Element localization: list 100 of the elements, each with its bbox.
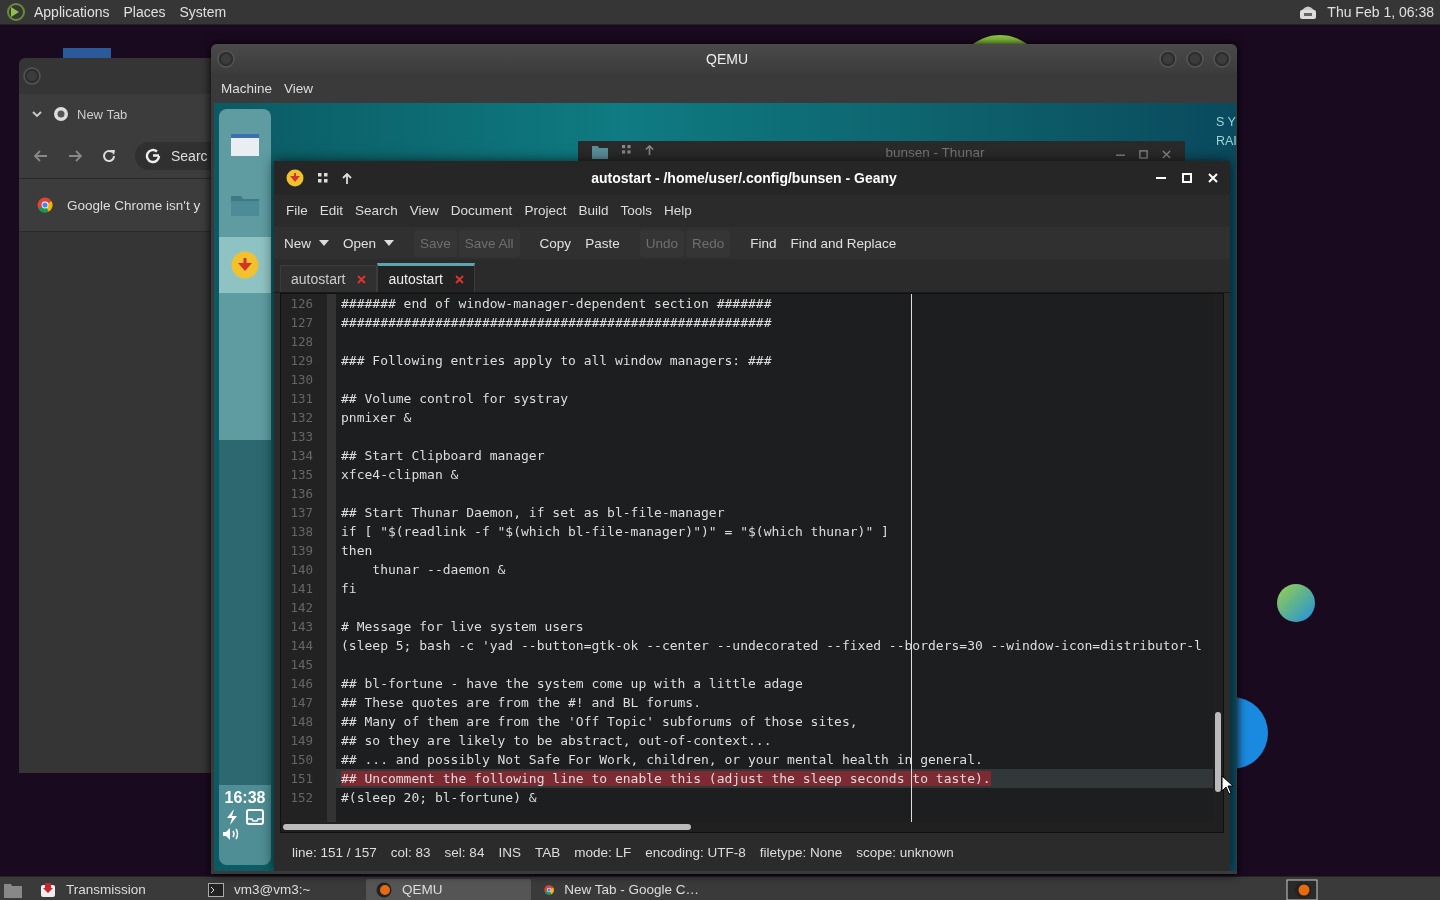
line-number: 129 bbox=[289, 352, 313, 370]
code-line: xfce4-clipman & bbox=[341, 467, 459, 482]
window-button-icon[interactable] bbox=[1159, 49, 1177, 68]
status-item: encoding: UTF-8 bbox=[645, 844, 746, 860]
taskbar-item[interactable]: Transmission bbox=[30, 878, 195, 900]
line-number: 150 bbox=[289, 751, 313, 769]
line-number: 136 bbox=[289, 485, 313, 503]
panel-menu[interactable]: Places bbox=[116, 4, 173, 20]
menu-item[interactable]: Project bbox=[518, 202, 573, 218]
terminal-icon bbox=[208, 882, 224, 897]
tab-label: autostart bbox=[291, 271, 346, 287]
code-line: ## Volume control for systray bbox=[341, 391, 568, 406]
status-item: sel: 84 bbox=[444, 844, 485, 860]
taskbar-item[interactable]: New Tab - Google C… bbox=[534, 878, 699, 900]
status-item: scope: unknown bbox=[856, 844, 954, 860]
menu-item[interactable]: Tools bbox=[614, 202, 658, 218]
menu-item[interactable]: View bbox=[403, 202, 445, 218]
dock-item[interactable] bbox=[219, 237, 271, 293]
menu-item[interactable]: Machine bbox=[215, 80, 279, 96]
code-line: ## so they are likely to be abstract, out-of-context... bbox=[341, 733, 772, 748]
line-number: 149 bbox=[289, 732, 313, 750]
toolbar-button[interactable]: Find bbox=[744, 229, 783, 257]
browser-tab[interactable]: New Tab bbox=[53, 106, 128, 122]
code-line: fi bbox=[341, 581, 357, 596]
app-icon bbox=[376, 881, 392, 898]
logo-icon[interactable] bbox=[5, 2, 27, 22]
code-line: ## Start Clipboard manager bbox=[341, 448, 545, 463]
taskbar-item[interactable]: QEMU bbox=[366, 878, 531, 900]
window-button-icon[interactable] bbox=[1213, 49, 1231, 68]
caret-icon bbox=[319, 240, 329, 246]
window-icon bbox=[230, 133, 260, 157]
code-line: #(sleep 20; bl-fortune) & bbox=[341, 790, 537, 805]
circle-drawing bbox=[1277, 584, 1315, 622]
menu-item[interactable]: File bbox=[280, 202, 314, 218]
taskbar-item[interactable]: vm3@vm3:~ bbox=[198, 878, 363, 900]
caret-icon bbox=[384, 240, 395, 246]
lightning-icon[interactable] bbox=[226, 809, 238, 825]
tab-label: New Tab bbox=[77, 106, 128, 122]
toolbar-button[interactable]: Open bbox=[337, 229, 401, 257]
menu-item[interactable]: View bbox=[278, 80, 320, 96]
toolbar-button[interactable]: Copy bbox=[533, 229, 578, 257]
line-number: 140 bbox=[289, 561, 313, 579]
line-number: 128 bbox=[289, 333, 313, 351]
window-title: autostart - /home/user/.config/bunsen - Geany bbox=[590, 170, 898, 186]
scrollbar-thumb[interactable] bbox=[283, 824, 691, 830]
scrollbar-thumb[interactable] bbox=[1215, 712, 1221, 792]
status-item: TAB bbox=[534, 844, 561, 860]
window-title: bunsen - Thunar bbox=[884, 145, 986, 160]
mouse-pointer-icon bbox=[1221, 775, 1233, 795]
code-line: ## ... and possibly Not Safe For Work, children, or your mental health in general. bbox=[341, 752, 983, 767]
code-line: ## These quotes are from the #! and BL forums. bbox=[341, 695, 702, 710]
window-button-icon[interactable] bbox=[1186, 49, 1204, 68]
menu-item[interactable]: Document bbox=[444, 202, 519, 218]
code-line: # Message for live system users bbox=[341, 619, 584, 634]
menu-item[interactable]: Edit bbox=[313, 202, 350, 218]
folder-icon bbox=[592, 145, 608, 159]
line-number: 134 bbox=[289, 447, 313, 465]
search-engine-icon bbox=[145, 148, 161, 164]
menu-item[interactable]: Search bbox=[349, 202, 404, 218]
chevron-down-icon[interactable] bbox=[31, 110, 43, 118]
editor-tab[interactable]: autostart bbox=[280, 265, 378, 292]
line-number: 145 bbox=[289, 656, 313, 674]
system-monitor-text: RAI bbox=[1216, 133, 1236, 150]
line-number: 138 bbox=[289, 523, 313, 541]
browser-logo-icon bbox=[37, 197, 53, 213]
panel-menu[interactable]: Applications bbox=[27, 4, 117, 20]
code-line: ### Following entries apply to all window managers: ### bbox=[341, 353, 772, 368]
line-number: 142 bbox=[289, 599, 313, 617]
line-number: 131 bbox=[289, 390, 313, 408]
window-button-icon[interactable] bbox=[217, 49, 235, 68]
menu-item[interactable]: Help bbox=[657, 202, 698, 218]
menu-item[interactable]: Build bbox=[572, 202, 615, 218]
address-field[interactable]: Searc bbox=[135, 142, 212, 170]
line-number: 127 bbox=[289, 314, 313, 332]
app-icon[interactable] bbox=[1286, 878, 1318, 900]
reload-icon[interactable] bbox=[101, 148, 117, 164]
infobar-message: Google Chrome isn't y bbox=[67, 197, 201, 213]
code-line: ## Start Thunar Daemon, if set as bl-file-manager bbox=[341, 505, 725, 520]
grid-icon[interactable] bbox=[318, 173, 328, 183]
window-button-icon[interactable] bbox=[23, 67, 41, 85]
editor-tab[interactable]: autostart bbox=[377, 263, 475, 292]
line-number: 139 bbox=[289, 542, 313, 560]
toolbar-button[interactable]: Find and Replace bbox=[784, 229, 903, 257]
dock-clock: 16:38 bbox=[224, 789, 266, 807]
line-number: 144 bbox=[289, 637, 313, 655]
line-number: 141 bbox=[289, 580, 313, 598]
toolbar-button[interactable]: Paste bbox=[579, 229, 626, 257]
toolbar-button[interactable]: New bbox=[278, 229, 335, 257]
status-item: line: 151 / 157 bbox=[292, 844, 377, 860]
panel-menu[interactable]: System bbox=[172, 4, 234, 20]
forward-arrow-icon[interactable] bbox=[67, 149, 83, 163]
panel-clock[interactable]: Thu Feb 1, 06:38 bbox=[1319, 4, 1440, 20]
code-line: ## Many of them are from the 'Off Topic' subforums of those sites, bbox=[341, 714, 858, 729]
tray-icon[interactable] bbox=[246, 809, 264, 825]
status-item: INS bbox=[498, 844, 521, 860]
back-arrow-icon[interactable] bbox=[33, 149, 49, 163]
code-line: if [ "$(readlink -f "$(which bl-file-manager)")" = "$(which thunar)" ] bbox=[341, 524, 889, 539]
lamp-icon bbox=[231, 251, 259, 279]
code-line: pnmixer & bbox=[341, 410, 412, 425]
line-number: 152 bbox=[289, 789, 313, 807]
